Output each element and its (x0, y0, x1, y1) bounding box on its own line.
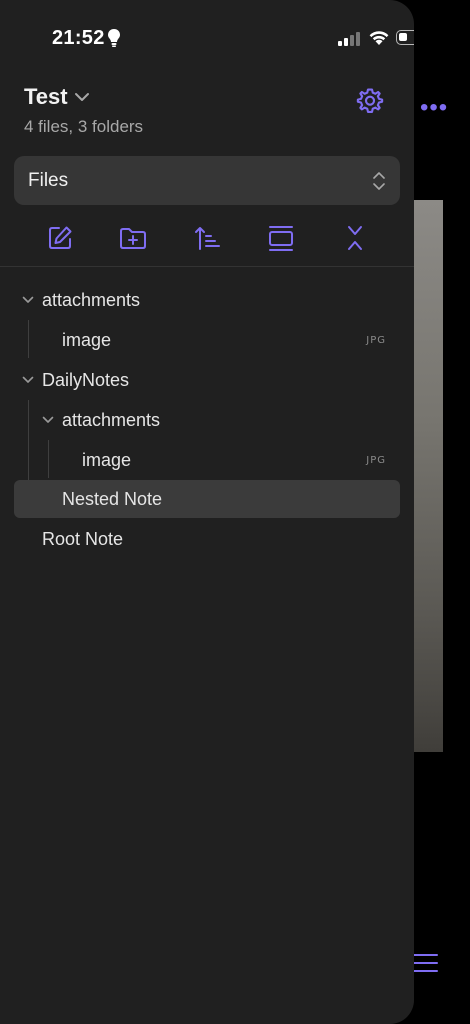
vault-switcher[interactable]: Test (24, 84, 90, 110)
tree-folder-attachments-nested[interactable]: attachments (14, 401, 400, 439)
auto-reveal-button[interactable] (265, 222, 297, 254)
tree-folder-attachments[interactable]: attachments (14, 281, 400, 319)
tree-folder-dailynotes[interactable]: DailyNotes (14, 361, 400, 399)
auto-reveal-icon (269, 226, 293, 251)
more-options-icon[interactable]: ••• (420, 94, 448, 122)
vault-summary: 4 files, 3 folders (24, 117, 144, 136)
file-extension-badge: JPG (366, 334, 386, 346)
tree-file-image[interactable]: image JPG (14, 321, 400, 359)
chevron-down-icon (22, 376, 34, 383)
new-note-icon (49, 226, 72, 249)
tree-file-root-note[interactable]: Root Note (14, 520, 400, 558)
chevron-up-down-icon (373, 171, 385, 190)
gear-icon[interactable] (355, 86, 385, 116)
tree-item-label: image (82, 449, 132, 470)
file-explorer-drawer: 21:52 Test 4 files, 3 folders Files atta… (0, 0, 414, 1024)
vault-name: Test (24, 84, 68, 109)
chevron-down-icon (74, 93, 89, 101)
new-note-button[interactable] (44, 222, 76, 254)
new-folder-icon (120, 228, 146, 249)
view-selector-label: Files (28, 169, 69, 191)
tree-item-label: image (62, 329, 112, 350)
file-explorer-toolbar (0, 222, 414, 254)
collapse-all-button[interactable] (339, 222, 371, 254)
lightbulb-icon (108, 29, 120, 47)
status-time: 21:52 (52, 27, 105, 49)
cellular-signal-icon (338, 30, 360, 46)
tree-file-nested-note[interactable]: Nested Note (14, 480, 400, 518)
chevron-down-icon (22, 296, 34, 303)
file-extension-badge: JPG (366, 454, 386, 466)
wifi-icon (369, 31, 389, 45)
new-folder-button[interactable] (117, 222, 149, 254)
tree-file-image-nested[interactable]: image JPG (14, 441, 400, 479)
collapse-all-icon (348, 226, 362, 250)
tree-item-label: attachments (42, 289, 141, 310)
sort-icon (195, 227, 220, 250)
tree-item-label: Nested Note (62, 488, 163, 509)
toolbar-divider (0, 266, 414, 267)
note-image-preview (413, 200, 443, 752)
chevron-down-icon (42, 416, 54, 423)
tree-item-label: DailyNotes (42, 369, 130, 390)
view-selector[interactable]: Files (14, 156, 400, 205)
tree-item-label: attachments (62, 409, 161, 430)
sort-button[interactable] (191, 222, 223, 254)
tree-item-label: Root Note (42, 528, 124, 549)
menu-icon[interactable] (412, 954, 438, 974)
battery-icon (396, 30, 414, 45)
